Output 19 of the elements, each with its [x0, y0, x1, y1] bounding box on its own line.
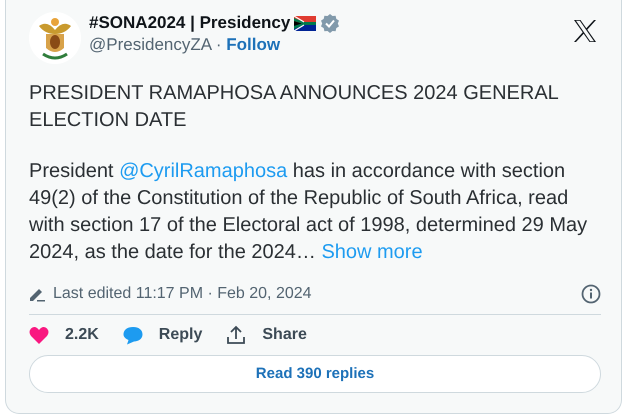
info-icon[interactable] [581, 284, 601, 304]
account-handle[interactable]: @PresidencyZA [89, 35, 212, 54]
heart-icon [29, 326, 49, 344]
share-icon [226, 325, 246, 345]
share-button[interactable]: Share [226, 323, 307, 347]
account-name[interactable]: #SONA2024 | Presidency [89, 12, 290, 34]
reply-button[interactable]: Reply [122, 323, 202, 347]
edited-timestamp[interactable]: Last edited 11:17 PM · Feb 20, 2024 [53, 282, 581, 306]
pencil-icon [29, 286, 45, 302]
tweet-headline: PRESIDENT RAMAPHOSA ANNOUNCES 2024 GENERAL ELECTION DATE [29, 81, 560, 133]
like-button[interactable]: 2.2K [29, 323, 99, 347]
x-logo-icon[interactable] [573, 20, 597, 42]
avatar-emblem[interactable] [29, 12, 81, 64]
speech-bubble-icon [122, 326, 143, 344]
follow-link[interactable]: Follow [226, 35, 280, 54]
read-replies-button[interactable]: Read 390 replies [29, 355, 601, 393]
flag-icon [294, 16, 316, 30]
tweet-text: President @CyrilRamaphosa has in accordance with section 49(2) of the Constitution of the Republic of South Africa, read with section 17 of the Electoral act of 1998, determined 29 May 2024, as the date for the 2024… Show more [29, 159, 588, 265]
separator: · [216, 35, 222, 54]
